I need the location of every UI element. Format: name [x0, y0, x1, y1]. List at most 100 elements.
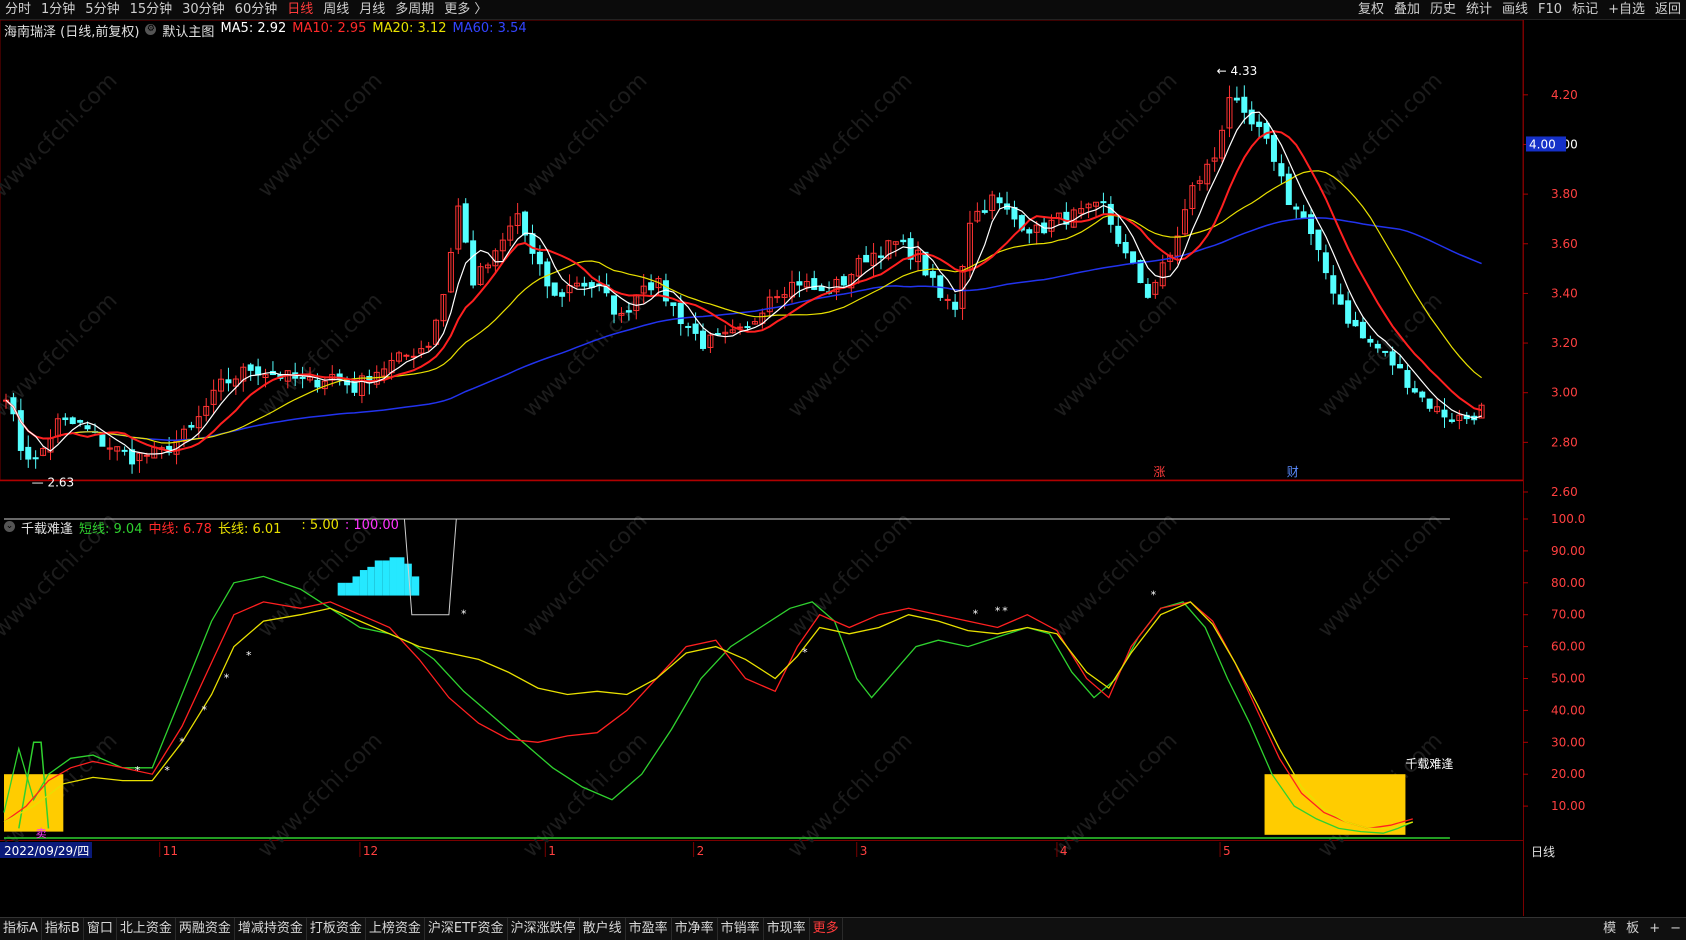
candle-body — [25, 446, 32, 460]
candle-body — [69, 417, 76, 425]
indicator-tab[interactable]: 上榜资金 — [366, 918, 425, 940]
candle-body — [877, 255, 884, 258]
bottom-tool-button[interactable]: 板 — [1621, 918, 1644, 940]
candle-body — [1115, 225, 1122, 244]
candle-body — [1389, 351, 1396, 366]
top-tool-button[interactable]: 画线 — [1497, 0, 1533, 19]
indicator-tab[interactable]: 市净率 — [672, 918, 718, 940]
candle-body — [121, 449, 128, 452]
candle-body — [1315, 229, 1322, 251]
candle-body — [818, 286, 825, 292]
period-tab[interactable]: 月线 — [354, 0, 390, 19]
candle-body — [685, 325, 692, 328]
period-tab[interactable]: 分时 — [0, 0, 36, 19]
indicator-tab[interactable]: 市现率 — [764, 918, 810, 940]
top-tool-button[interactable]: F10 — [1533, 0, 1567, 19]
top-signal-bar — [367, 566, 375, 596]
price-tick-label: 4.20 — [1551, 88, 1578, 102]
candle-body — [1122, 241, 1129, 254]
sub-tick-label: 90.00 — [1551, 544, 1585, 558]
candle-body — [1233, 97, 1240, 101]
stock-chart[interactable]: www.cfchi.com www.cfchi.com www.cfchi.com w… — [0, 20, 1686, 916]
min-price-label: — 2.63 — [32, 476, 75, 490]
indicator-tab[interactable]: 沪深ETF资金 — [425, 918, 508, 940]
indicator-tab[interactable]: 沪深涨跌停 — [508, 918, 580, 940]
top-tool-button[interactable]: 返回 — [1650, 0, 1686, 19]
bottom-tool-button[interactable]: + — [1644, 918, 1665, 940]
period-tabs: 分时 1分钟 5分钟 15分钟 30分钟 60分钟 日线 周线 月线 多周期 更多 〉 — [0, 0, 492, 19]
ma20-line — [5, 170, 1482, 444]
bottom-tool-button[interactable]: − — [1665, 918, 1686, 940]
period-tab[interactable]: 60分钟 — [230, 0, 283, 19]
indicator-tab[interactable]: 增减持资金 — [235, 918, 307, 940]
star-marker: * — [461, 608, 467, 621]
bottom-tool-button[interactable]: 模 — [1598, 918, 1621, 940]
candle-body — [470, 240, 477, 286]
candle-body — [522, 211, 529, 236]
period-tab[interactable]: 1分钟 — [36, 0, 80, 19]
indicator-tab[interactable]: 散户线 — [580, 918, 626, 940]
template-label[interactable]: 默认主图 — [162, 21, 214, 40]
candle-body — [1419, 391, 1426, 398]
watermark: www.cfchi.com — [783, 728, 917, 862]
period-tab[interactable]: 15分钟 — [125, 0, 178, 19]
indicator-tab[interactable]: 指标B — [42, 918, 84, 940]
sub-tick-label: 60.00 — [1551, 640, 1585, 654]
indicator-tab[interactable]: 两融资金 — [176, 918, 235, 940]
period-tab[interactable]: 多周期 — [390, 0, 439, 19]
sub-tick-label: 100.0 — [1551, 512, 1585, 526]
top-signal-bar — [396, 557, 405, 596]
period-tab[interactable]: 周线 — [318, 0, 354, 19]
candle-body — [1374, 343, 1381, 349]
candle-body — [996, 197, 1003, 204]
indicator-tab[interactable]: 窗口 — [84, 918, 117, 940]
candle-body — [1241, 96, 1248, 113]
star-marker: * — [802, 646, 808, 659]
candle-body — [188, 425, 195, 428]
settings-gear-icon[interactable]: ⚙ — [145, 24, 157, 35]
period-tab[interactable]: 30分钟 — [177, 0, 230, 19]
candle-body — [1448, 419, 1455, 422]
candle-body — [981, 210, 988, 213]
candle-body — [462, 203, 469, 243]
ma10-line — [5, 130, 1482, 453]
top-tool-button[interactable]: 叠加 — [1389, 0, 1425, 19]
indicator-menu-icon[interactable]: ⌄ — [4, 521, 15, 532]
candle-body — [796, 281, 803, 286]
period-tab[interactable]: 更多 〉 — [439, 0, 492, 19]
candle-body — [1263, 122, 1270, 139]
top-tool-button[interactable]: 复权 — [1353, 0, 1389, 19]
long-line — [3, 601, 1413, 830]
top-tool-button[interactable]: 历史 — [1425, 0, 1461, 19]
indicator-tab[interactable]: 市盈率 — [626, 918, 672, 940]
watermark: www.cfchi.com — [518, 508, 652, 642]
star-marker: * — [179, 735, 185, 748]
indicator-tab[interactable]: 更多 — [810, 918, 843, 940]
candle-body — [299, 376, 306, 379]
indicator-tab[interactable]: 打板资金 — [307, 918, 366, 940]
candle-body — [1256, 121, 1263, 128]
top-tool-button[interactable]: +自选 — [1603, 0, 1650, 19]
short-line-value: 短线: 9.04 — [79, 522, 143, 537]
indicator-tab[interactable]: 市销率 — [718, 918, 764, 940]
ma60-line — [5, 217, 1482, 441]
watermark: www.cfchi.com — [1048, 728, 1182, 862]
period-tab[interactable]: 5分钟 — [80, 0, 124, 19]
candle-body — [677, 302, 684, 325]
candle-body — [559, 292, 566, 297]
indicator-name[interactable]: 千载难逢 — [21, 518, 73, 537]
stock-title: 海南瑞泽 (日线,前复权) — [4, 25, 140, 40]
candle-body — [544, 261, 551, 287]
level-value-2: : 100.00 — [344, 518, 399, 533]
top-tool-button[interactable]: 统计 — [1461, 0, 1497, 19]
price-tick-label: 3.60 — [1551, 237, 1578, 251]
candle-body — [670, 302, 677, 307]
candle-body — [900, 239, 907, 243]
level-value-1: : 5.00 — [301, 518, 339, 533]
indicator-tab[interactable]: 指标A — [0, 918, 42, 940]
candle-body — [225, 379, 232, 384]
period-tab[interactable]: 日线 — [282, 0, 318, 19]
top-tool-button[interactable]: 标记 — [1567, 0, 1603, 19]
sub-chart-info: ⌄ 千载难逢 短线: 9.04 中线: 6.78 长线: 6.01 : 5.00… — [4, 518, 399, 537]
indicator-tab[interactable]: 北上资金 — [117, 918, 176, 940]
